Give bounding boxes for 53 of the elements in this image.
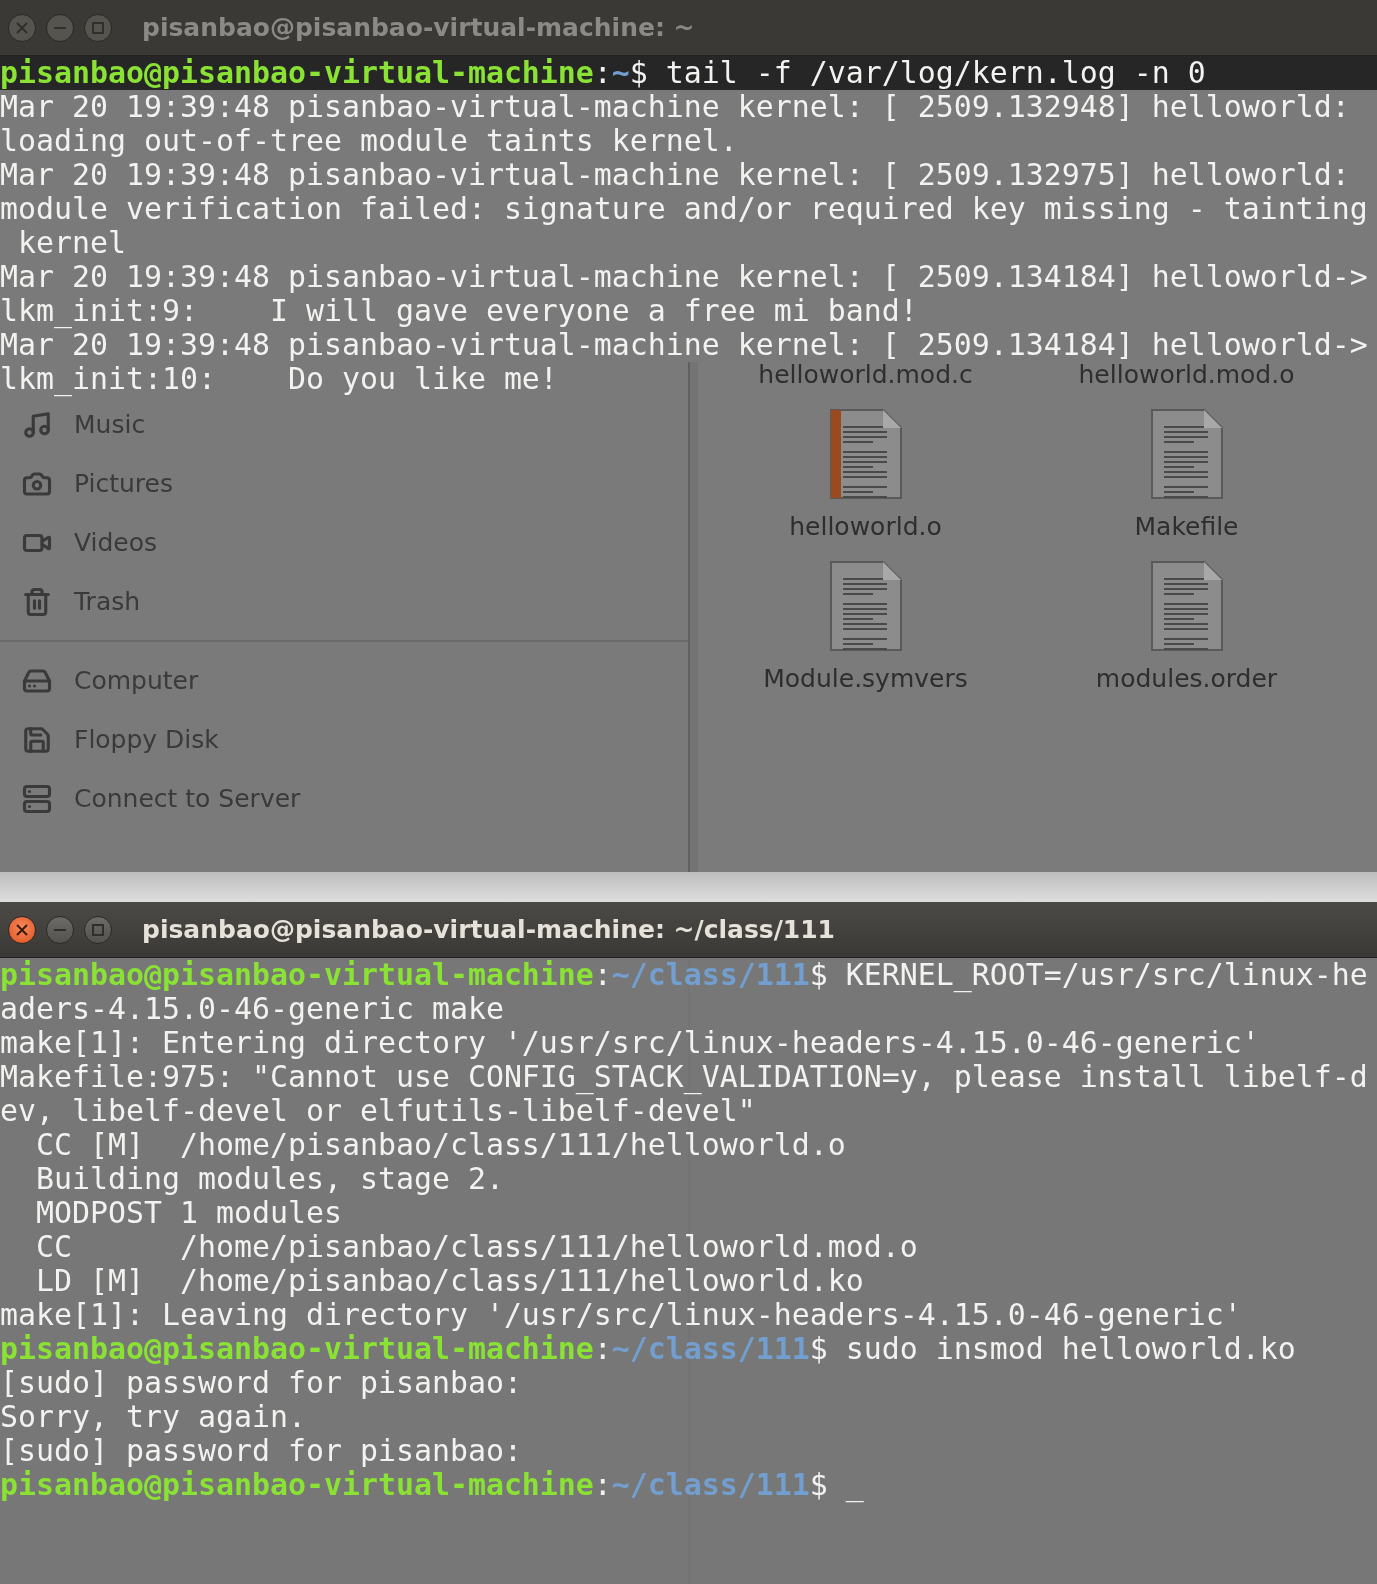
document-icon[interactable] — [1149, 560, 1224, 652]
terminal-line: aders-4.15.0-46-generic make — [0, 992, 505, 1026]
maximize-icon — [92, 923, 104, 936]
window-title: pisanbao@pisanbao-virtual-machine: ~/class/111 — [142, 915, 836, 944]
terminal-line: CC /home/pisanbao/class/111/helloworld.mod.o — [35, 1230, 919, 1264]
music-icon — [22, 409, 52, 440]
file-name[interactable]: Makefile — [1122, 510, 1251, 543]
document-icon[interactable] — [828, 560, 903, 652]
trash-icon — [22, 586, 52, 617]
maximize-button[interactable] — [84, 915, 112, 944]
prompt-line: pisanbao@pisanbao-virtual-machine:~/class/111$ KERNEL_ROOT=/usr/src/linux-he — [0, 958, 1369, 992]
terminal-line: MODPOST 1 modules — [35, 1196, 343, 1230]
minimize-icon — [54, 26, 66, 29]
document-icon[interactable] — [828, 408, 903, 500]
terminal-line: Building modules, stage 2. — [35, 1162, 505, 1196]
terminal-line: make[1]: Entering directory '/usr/src/linux-headers-4.15.0-46-generic' — [0, 1026, 1261, 1060]
terminal-line: ev, libelf-devel or elfutils-libelf-devel" — [0, 1094, 756, 1128]
terminal-line: Makefile:975: "Cannot use CONFIG_STACK_VALIDATION=y, please install libelf-d — [0, 1060, 1369, 1094]
terminal-line: lkm_init:9: I will gave everyone a free mi band! — [0, 294, 919, 328]
minimize-icon — [54, 928, 66, 931]
terminal-line: CC [M] /home/pisanbao/class/111/helloworld.o — [35, 1128, 847, 1162]
terminal-line: Mar 20 19:39:48 pisanbao-virtual-machine kernel: [ 2509.132948] helloworld: — [0, 90, 1351, 124]
maximize-icon — [92, 21, 104, 34]
sidebar-item[interactable]: Connect to Server — [0, 769, 688, 828]
close-icon — [16, 923, 28, 936]
terminal-line: make[1]: Leaving directory '/usr/src/linux-headers-4.15.0-46-generic' — [0, 1298, 1243, 1332]
sidebar-item[interactable]: Trash — [0, 572, 688, 631]
file-name[interactable]: modules.order — [1083, 662, 1290, 695]
prompt-line: pisanbao@pisanbao-virtual-machine:~/class/111$ _ — [0, 1468, 865, 1502]
terminal-line: LD [M] /home/pisanbao/class/111/helloworld.ko — [35, 1264, 865, 1298]
terminal-line: Mar 20 19:39:48 pisanbao-virtual-machine kernel: [ 2509.134184] helloworld-> — [0, 260, 1369, 294]
terminal-line: module verification failed: signature and/or required key missing - tainting — [0, 192, 1369, 226]
close-button[interactable] — [8, 915, 36, 944]
terminal-line: lkm_init:10: Do you like me! — [0, 362, 558, 396]
terminal-line: loading out-of-tree module taints kernel. — [0, 124, 739, 158]
terminal-line: Sorry, try again. — [0, 1400, 307, 1434]
server-icon — [22, 783, 52, 814]
minimize-button[interactable] — [46, 915, 74, 944]
prompt-line: pisanbao@pisanbao-virtual-machine:~/class/111$ sudo insmod helloworld.ko — [0, 1332, 1297, 1366]
terminal-line: Mar 20 19:39:48 pisanbao-virtual-machine kernel: [ 2509.132975] helloworld: — [0, 158, 1351, 192]
window-title: pisanbao@pisanbao-virtual-machine: ~ — [142, 13, 695, 42]
terminal-line: [sudo] password for pisanbao: — [0, 1434, 523, 1468]
sidebar-item[interactable]: Floppy Disk — [0, 710, 688, 769]
sidebar-item[interactable]: Computer — [0, 651, 688, 710]
sidebar-item[interactable]: Pictures — [0, 454, 688, 513]
document-icon[interactable] — [1149, 408, 1224, 500]
sidebar-item[interactable]: Music — [0, 395, 688, 454]
sidebar-item[interactable]: Videos — [0, 513, 688, 572]
close-icon — [16, 21, 28, 34]
terminal-line: kernel — [17, 226, 127, 260]
file-name[interactable]: helloworld.o — [777, 510, 954, 543]
terminal-line: [sudo] password for pisanbao: — [0, 1366, 523, 1400]
file-name[interactable]: Module.symvers — [751, 662, 980, 695]
